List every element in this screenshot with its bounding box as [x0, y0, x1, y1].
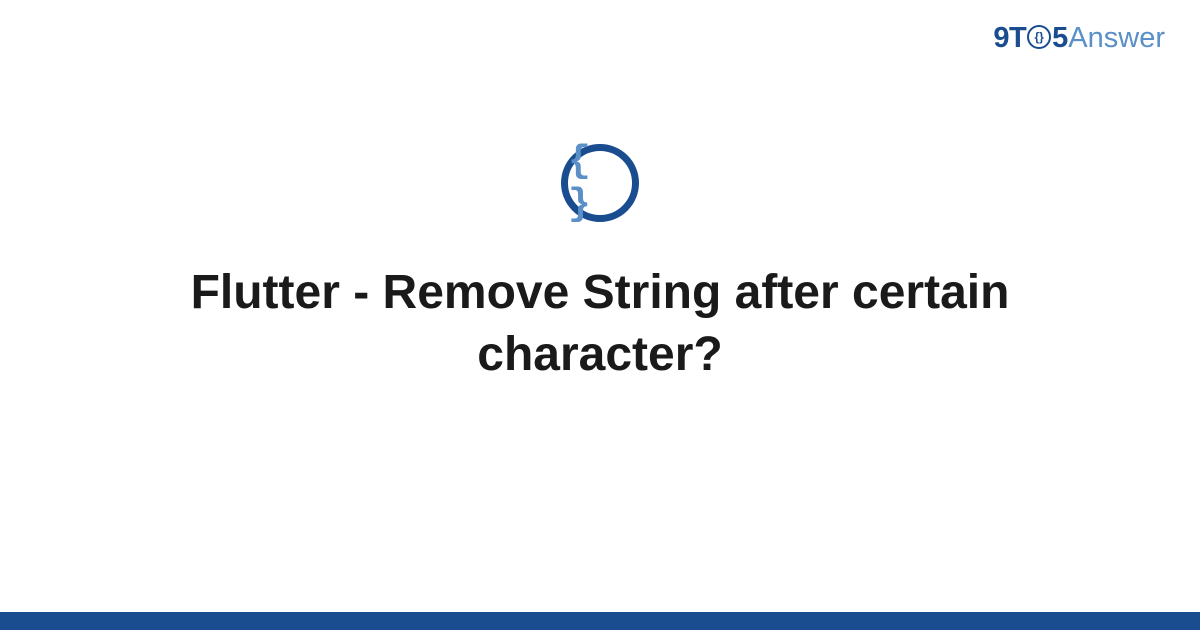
code-braces-icon: { }: [568, 140, 632, 226]
category-icon-wrapper: { }: [561, 144, 639, 222]
question-title: Flutter - Remove String after certain ch…: [150, 262, 1050, 387]
footer-accent-bar: [0, 612, 1200, 630]
main-content: { } Flutter - Remove String after certai…: [0, 0, 1200, 630]
